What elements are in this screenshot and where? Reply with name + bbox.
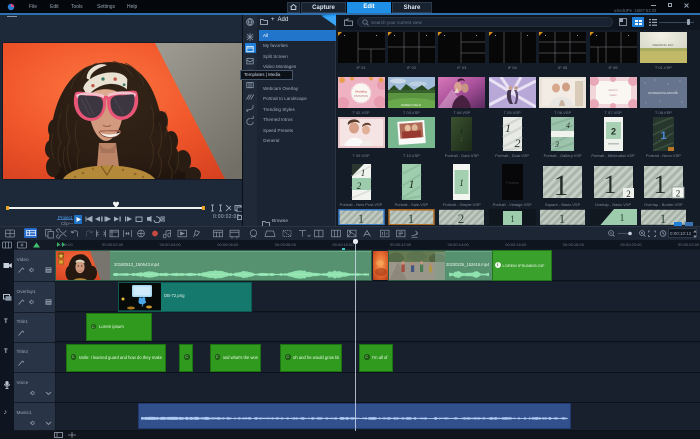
svg-text:1: 1 [510, 214, 515, 224]
svg-text:CONGRATULATIONS: CONGRATULATIONS [648, 91, 678, 95]
svg-text:1: 1 [660, 211, 667, 226]
svg-text:Love is: Love is [607, 88, 618, 92]
svg-text:3: 3 [554, 140, 559, 149]
svg-text:1: 1 [554, 169, 569, 200]
svg-text:2: 2 [458, 211, 465, 226]
svg-text:1: 1 [660, 130, 666, 142]
svg-text:WEDDING DAY: WEDDING DAY [652, 43, 673, 47]
svg-text:INVITATION: INVITATION [353, 94, 367, 98]
svg-text:Preview: Preview [506, 181, 519, 185]
svg-text:1: 1 [460, 178, 465, 188]
svg-text:2: 2 [460, 137, 463, 143]
svg-text:1: 1 [408, 177, 414, 191]
svg-text:2: 2 [514, 136, 520, 150]
svg-text:4: 4 [566, 121, 570, 130]
svg-text:sweet: sweet [609, 93, 616, 97]
svg-text:1: 1 [505, 121, 511, 135]
svg-text:2: 2 [356, 181, 361, 191]
svg-text:1: 1 [460, 129, 463, 135]
svg-text:2: 2 [610, 127, 615, 137]
svg-text:1: 1 [360, 168, 365, 178]
svg-text:1: 1 [357, 211, 364, 226]
svg-text:1: 1 [653, 170, 666, 199]
svg-text:1: 1 [559, 211, 566, 226]
svg-text:GREEN FIELD: GREEN FIELD [401, 103, 422, 107]
svg-text:2: 2 [676, 189, 681, 199]
svg-text:1: 1 [603, 170, 616, 199]
svg-text:1: 1 [619, 213, 624, 224]
svg-text:Wedding: Wedding [355, 90, 367, 94]
svg-text:2: 2 [626, 189, 631, 199]
svg-text:1: 1 [408, 211, 415, 226]
